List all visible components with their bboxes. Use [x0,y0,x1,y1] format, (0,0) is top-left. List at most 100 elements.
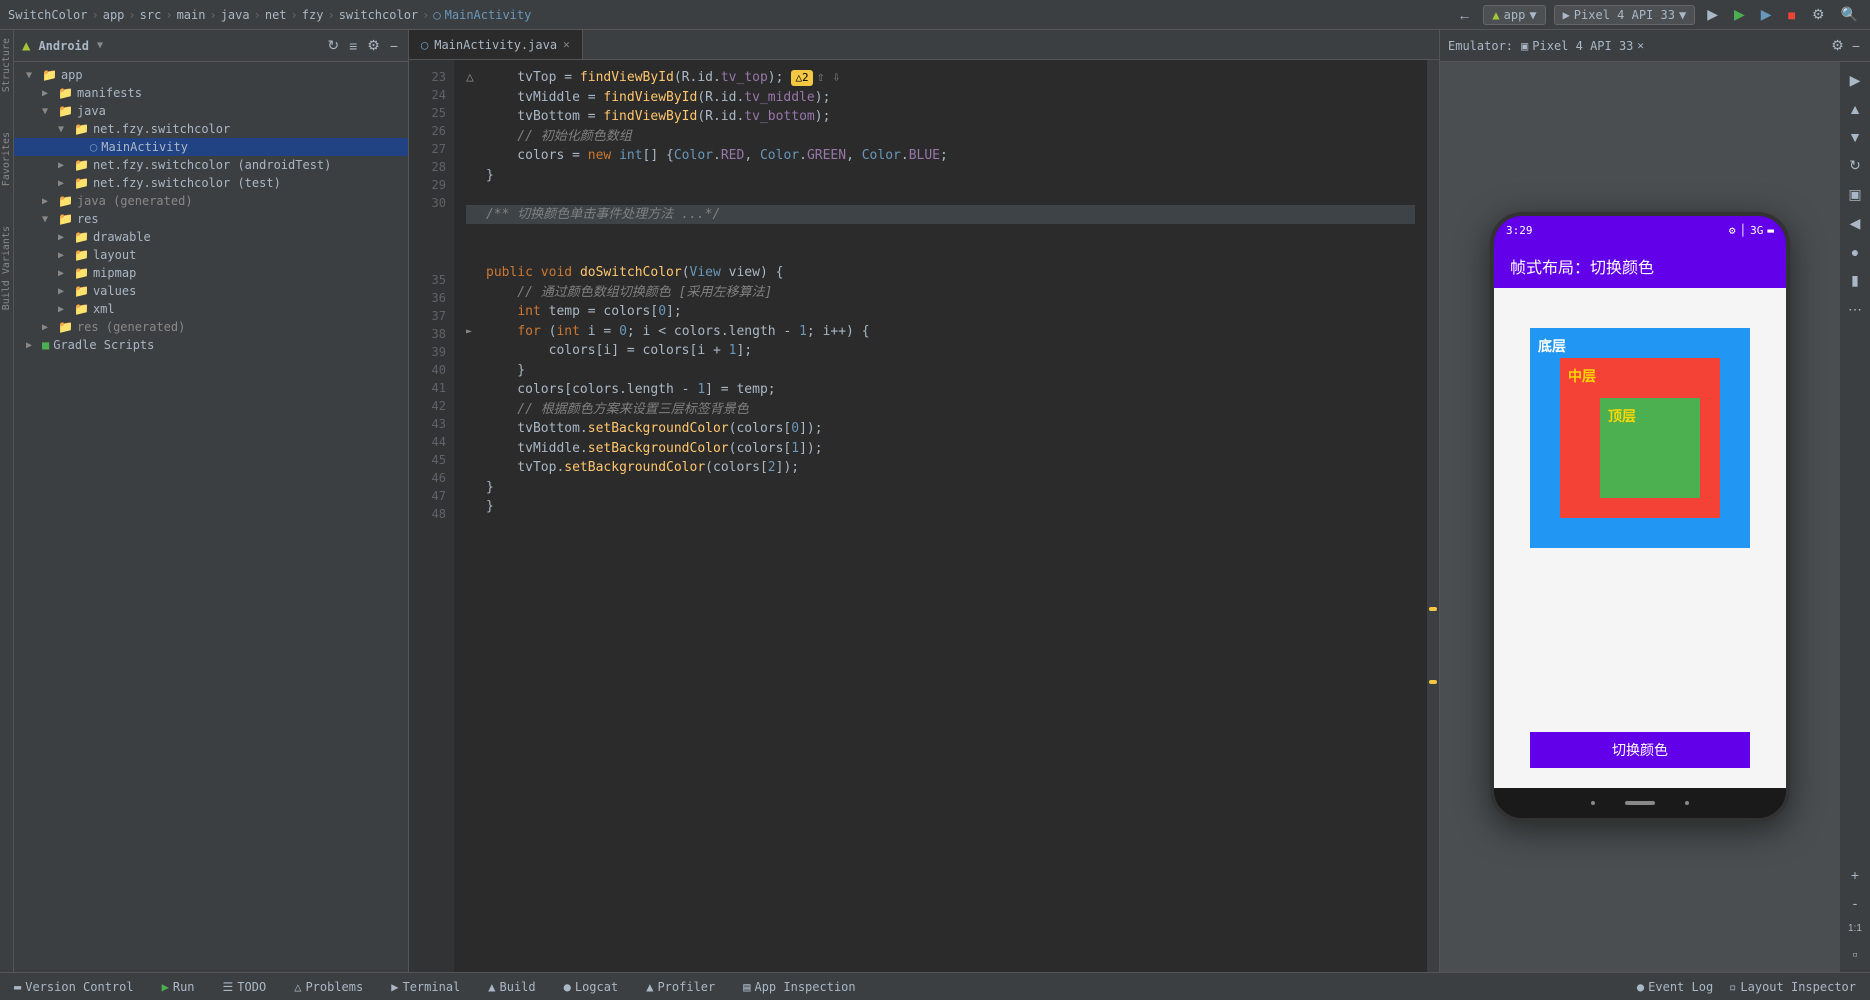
emulator-rotate-btn[interactable]: ↻ [1847,155,1863,176]
tree-item-gradle-scripts[interactable]: ▶ ■ Gradle Scripts [14,336,408,354]
emulator-minimize-btn[interactable]: − [1850,36,1862,56]
emulator-zoom-in-btn[interactable]: + [1849,865,1861,885]
emulator-screenshot-btn[interactable]: ▣ [1846,184,1863,205]
tree-item-test[interactable]: ▶ 📁 net.fzy.switchcolor (test) [14,174,408,192]
editor-tab-mainactivity[interactable]: ◯ MainActivity.java ✕ [409,30,583,59]
favorites-panel-label[interactable]: Favorites [1,132,12,186]
tree-item-res-generated[interactable]: ▶ 📁 res (generated) [14,318,408,336]
filetree-settings-btn[interactable]: ⚙ [365,35,382,56]
arrow-icon: ▶ [58,250,70,261]
build-variants-panel-label[interactable]: Build Variants [1,226,12,310]
filetree-minimize-btn[interactable]: − [388,36,400,56]
top-layer-label: 顶层 [1608,406,1636,426]
device-screen-icon: ▣ [1521,39,1528,53]
emulator-device: ▣ Pixel 4 API 33 ✕ [1521,39,1644,53]
emulator-back-btn[interactable]: ◀ [1848,213,1863,234]
breadcrumb-src[interactable]: src [140,8,162,22]
scrollbar-marker-2 [1429,680,1437,684]
sync-btn[interactable]: ↻ [325,35,341,56]
profiler-panel-btn[interactable]: ▲ Profiler [640,973,721,1000]
tree-item-mipmap[interactable]: ▶ 📁 mipmap [14,264,408,282]
folder-icon: 📁 [42,68,57,82]
breadcrumb-main[interactable]: main [177,8,206,22]
emulator-power-btn[interactable]: ▶ [1848,70,1863,91]
folder-icon: 📁 [58,86,73,100]
phone-status-icons: ⚙ │ 3G ▬ [1729,224,1774,237]
tree-item-label: java (generated) [77,194,193,208]
editor-scrollbar[interactable] [1427,60,1439,972]
terminal-panel-btn[interactable]: ▶ Terminal [385,973,466,1000]
run-config-selector[interactable]: ▲ app ▼ [1483,5,1545,25]
build-panel-btn[interactable]: ▲ Build [482,973,541,1000]
emulator-ratio-btn[interactable]: 1:1 [1846,921,1864,936]
emulator-settings-btn[interactable]: ⚙ [1829,35,1846,56]
project-dropdown-icon[interactable]: ▼ [97,40,103,51]
code-gap [466,224,1415,263]
tree-item-label: res (generated) [77,320,185,334]
device-selector[interactable]: ▶ Pixel 4 API 33 ▼ [1554,5,1696,25]
tree-item-label: net.fzy.switchcolor (androidTest) [93,158,331,172]
emulator-overview-btn[interactable]: ▮ [1849,270,1861,291]
emulator-zoom-out-btn[interactable]: - [1851,893,1860,913]
arrow-icon: ▶ [58,286,70,297]
emulator-vol-down-btn[interactable]: ▼ [1846,127,1864,147]
stop-btn[interactable]: ■ [1784,5,1800,25]
arrow-icon: ▼ [26,70,38,81]
emulator-menu-btn[interactable]: ⋯ [1846,299,1864,320]
problems-panel-btn[interactable]: △ Problems [288,973,369,1000]
tree-item-java[interactable]: ▼ 📁 java [14,102,408,120]
todo-panel-btn[interactable]: ☰ TODO [217,973,273,1000]
app-inspection-panel-btn[interactable]: ▤ App Inspection [737,973,861,1000]
run-panel-btn[interactable]: ▶ Run [156,973,201,1000]
folder-icon: 📁 [58,320,73,334]
breadcrumb-project[interactable]: SwitchColor [8,8,87,22]
breadcrumb-net[interactable]: net [265,8,287,22]
emulator-vol-up-btn[interactable]: ▲ [1846,99,1864,119]
breadcrumb-switchcolor[interactable]: switchcolor [339,8,418,22]
tree-item-values[interactable]: ▶ 📁 values [14,282,408,300]
tree-item-drawable[interactable]: ▶ 📁 drawable [14,228,408,246]
layout-inspector-btn[interactable]: ▫ Layout Inspector [1723,980,1862,994]
editor-tabs: ◯ MainActivity.java ✕ [409,30,1439,60]
debug-btn[interactable]: ▶ [1757,4,1776,25]
line-numbers: 23 24 25 26 27 28 29 30 35 36 37 38 39 4… [409,60,454,972]
search-btn[interactable]: 🔍 [1837,4,1862,25]
switch-color-button[interactable]: 切换颜色 [1530,732,1750,768]
terminal-icon: ▶ [391,980,398,994]
tree-item-res[interactable]: ▼ 📁 res [14,210,408,228]
tree-item-java-generated[interactable]: ▶ 📁 java (generated) [14,192,408,210]
folder-icon: 📁 [58,104,73,118]
tree-item-manifests[interactable]: ▶ 📁 manifests [14,84,408,102]
tree-item-layout[interactable]: ▶ 📁 layout [14,246,408,264]
version-control-btn[interactable]: ▬ Version Control [8,973,140,1000]
tree-item-net-fzy-switchcolor[interactable]: ▼ 📁 net.fzy.switchcolor [14,120,408,138]
breadcrumb-classfile[interactable]: MainActivity [445,8,532,22]
emulator-expand-btn[interactable]: ▫ [1851,944,1860,964]
navigate-back-btn[interactable]: ← [1453,5,1475,25]
settings-btn[interactable]: ⚙ [1808,4,1829,25]
tree-item-mainactivity[interactable]: ◯ MainActivity [14,138,408,156]
logcat-panel-btn[interactable]: ● Logcat [558,973,625,1000]
run-btn[interactable]: ▶ [1730,4,1749,25]
close-device-icon[interactable]: ✕ [1637,39,1644,52]
filetree-toolbar-icons: ↻ ≡ ⚙ − [325,35,400,56]
tab-close-btn[interactable]: ✕ [563,38,570,51]
emulator-home-btn[interactable]: ● [1849,242,1861,262]
arrow-icon: ▼ [42,106,54,117]
structure-panel-label[interactable]: Structure [1,38,12,92]
tree-item-app[interactable]: ▼ 📁 app [14,66,408,84]
folder-icon: 📁 [74,302,89,316]
phone-title-bar: 帧式布局：切换颜色 [1494,244,1786,288]
code-area[interactable]: △ tvTop = findViewById(R.id.tv_top); △2 … [454,60,1427,972]
tree-item-xml[interactable]: ▶ 📁 xml [14,300,408,318]
make-project-btn[interactable]: ▶ [1703,4,1722,25]
side-panels: Structure Favorites Build Variants [0,30,14,972]
bottom-bar: ▬ Version Control ▶ Run ☰ TODO △ Problem… [0,972,1870,1000]
breadcrumb-java[interactable]: java [221,8,250,22]
event-log-btn[interactable]: ● Event Log [1631,980,1719,994]
breadcrumb-app[interactable]: app [103,8,125,22]
tree-item-android-test[interactable]: ▶ 📁 net.fzy.switchcolor (androidTest) [14,156,408,174]
breadcrumb-fzy[interactable]: fzy [302,8,324,22]
app-title: 帧式布局：切换颜色 [1510,254,1654,278]
collapse-all-btn[interactable]: ≡ [347,36,359,56]
